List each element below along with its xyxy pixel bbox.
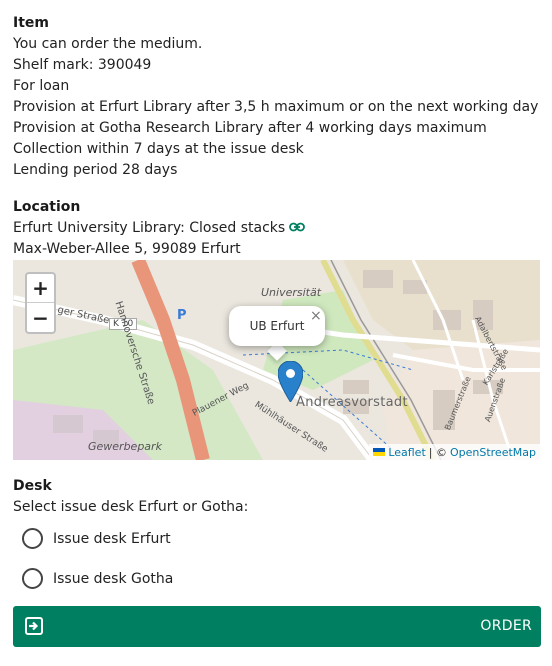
- item-order-status: You can order the medium.: [13, 36, 203, 52]
- desk-option-gotha[interactable]: Issue desk Gotha: [22, 568, 173, 589]
- location-address: Max-Weber-Allee 5, 99089 Erfurt: [13, 241, 241, 257]
- desk-option-erfurt[interactable]: Issue desk Erfurt: [22, 528, 171, 549]
- item-lending-period: Lending period 28 days: [13, 162, 178, 178]
- ukraine-flag-icon: [373, 448, 386, 456]
- location-map[interactable]: Universität ger Straße K 10 Hannoversche…: [13, 260, 540, 460]
- item-provision-erfurt: Provision at Erfurt Library after 3,5 h …: [13, 99, 539, 115]
- location-library: Erfurt University Library: Closed stacks: [13, 220, 286, 236]
- map-attribution: Leaflet | © OpenStreetMap: [369, 444, 540, 460]
- popup-label: UB Erfurt: [249, 319, 305, 333]
- map-marker-icon[interactable]: [278, 361, 303, 402]
- zoom-out-button[interactable]: −: [27, 303, 54, 332]
- zoom-control: + −: [25, 272, 56, 334]
- sign-in-icon: [25, 617, 43, 635]
- desk-prompt: Select issue desk Erfurt or Gotha:: [13, 499, 249, 515]
- map-label-andreasvorstadt: Andreasvorstadt: [296, 395, 408, 410]
- map-label-gewerbepark: Gewerbepark: [88, 440, 162, 453]
- order-button[interactable]: ORDER: [13, 606, 541, 647]
- map-label-parking: P: [177, 308, 187, 323]
- desk-erfurt-radio[interactable]: [22, 528, 43, 549]
- attribution-separator: | ©: [428, 445, 447, 459]
- desk-heading: Desk: [13, 478, 52, 494]
- item-heading: Item: [13, 15, 49, 31]
- location-heading: Location: [13, 199, 81, 215]
- item-provision-gotha: Provision at Gotha Research Library afte…: [13, 120, 487, 136]
- link-icon[interactable]: [289, 220, 306, 236]
- zoom-in-button[interactable]: +: [27, 274, 54, 303]
- desk-gotha-label[interactable]: Issue desk Gotha: [53, 571, 173, 587]
- desk-erfurt-label[interactable]: Issue desk Erfurt: [53, 531, 171, 547]
- leaflet-link[interactable]: Leaflet: [388, 446, 425, 459]
- item-loan-status: For loan: [13, 78, 70, 94]
- item-shelf-mark: Shelf mark: 390049: [13, 57, 152, 73]
- order-button-label: ORDER: [480, 618, 532, 634]
- order-panel: Item You can order the medium. Shelf mar…: [0, 0, 552, 666]
- item-collection-period: Collection within 7 days at the issue de…: [13, 141, 304, 157]
- desk-gotha-radio[interactable]: [22, 568, 43, 589]
- popup-close-icon[interactable]: ×: [310, 308, 322, 324]
- openstreetmap-link[interactable]: OpenStreetMap: [450, 446, 536, 459]
- location-library-row: Erfurt University Library: Closed stacks: [13, 220, 306, 236]
- map-label-universitat: Universität: [261, 286, 322, 299]
